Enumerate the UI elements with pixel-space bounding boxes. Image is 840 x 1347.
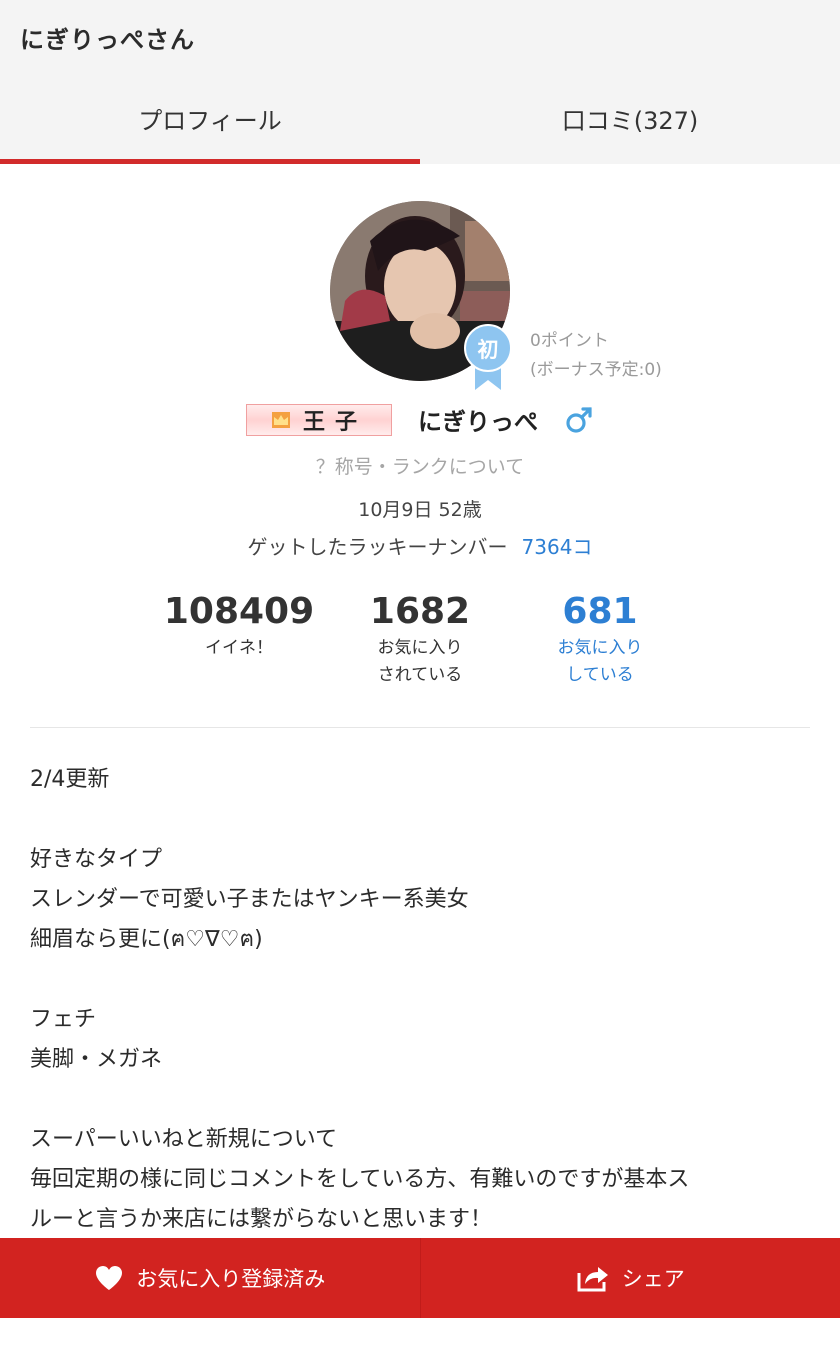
favorite-button[interactable]: お気に入り登録済み	[0, 1238, 420, 1318]
bio-line: スーパーいいねと新規について	[30, 1127, 338, 1152]
page-title: にぎりっぺさん	[20, 26, 195, 54]
stat-favorited-by-label-2: されている	[377, 665, 463, 685]
stat-favoriting-label: お気に入り	[557, 638, 643, 658]
tab-reviews[interactable]: 口コミ(327)	[420, 78, 840, 164]
badge-label: 初	[477, 338, 499, 362]
rank-info-link[interactable]: ？称号・ランクについて	[0, 452, 840, 479]
stat-favorited-by: 1682 お気に入り されている	[325, 589, 515, 689]
bio-line: フェチ	[30, 1007, 97, 1032]
stat-likes-value: 108409	[163, 591, 315, 632]
profile-section: 初 0ポイント (ボーナス予定:0) 王子 にぎりっぺ ？称号・ランクについて …	[0, 164, 840, 729]
points-info: 0ポイント (ボーナス予定:0)	[530, 327, 662, 385]
share-icon	[577, 1267, 608, 1292]
lucky-number-row: ゲットしたラッキーナンバー 7364コ	[0, 531, 840, 560]
lucky-number-label: ゲットしたラッキーナンバー	[247, 535, 508, 559]
crown-icon	[271, 411, 290, 428]
points-value: 0ポイント	[530, 331, 609, 351]
divider	[30, 727, 810, 728]
stat-likes: 108409 イイネ！	[144, 589, 334, 662]
stat-likes-label: イイネ！	[205, 638, 273, 658]
bonus-value: (ボーナス予定:0)	[530, 360, 662, 380]
share-button-label: シェア	[621, 1267, 685, 1291]
username: にぎりっぺ	[418, 408, 538, 436]
bottom-action-bar: お気に入り登録済み シェア	[0, 1238, 840, 1318]
birthday-age: 10月9日 52歳	[358, 499, 482, 521]
app-header: にぎりっぺさん	[0, 0, 840, 78]
stat-favoriting-label-2: している	[566, 665, 634, 685]
bio-line: 細眉なら更に(ฅ♡∇♡ฅ)	[30, 927, 263, 952]
rank-title: 王子	[302, 409, 367, 435]
bio-line: 毎回定期の様に同じコメントをしている方、有難いのですが基本ス	[30, 1167, 690, 1192]
bio-line: 2/4更新	[30, 767, 110, 792]
bio-line	[30, 960, 810, 1000]
profile-bio: 2/4更新 好きなタイプ スレンダーで可愛い子またはヤンキー系美女 細眉なら更に…	[30, 760, 810, 1240]
bio-line	[30, 800, 810, 840]
bottom-strip	[0, 1318, 840, 1347]
stat-favorited-by-value: 1682	[369, 591, 471, 632]
male-icon	[566, 406, 592, 433]
lucky-number-count[interactable]: 7364コ	[522, 535, 593, 559]
name-row: 王子 にぎりっぺ	[0, 402, 840, 437]
tab-profile[interactable]: プロフィール	[0, 78, 420, 164]
favorite-button-label: お気に入り登録済み	[136, 1267, 326, 1291]
bio-line: 美脚・メガネ	[30, 1047, 163, 1072]
stat-favoriting-value: 681	[562, 591, 638, 632]
bio-line	[30, 1080, 810, 1120]
tab-bar: プロフィール 口コミ(327)	[0, 78, 840, 164]
heart-icon	[96, 1266, 123, 1290]
rank-title-plate: 王子	[246, 403, 392, 436]
bio-line: スレンダーで可愛い子またはヤンキー系美女	[30, 887, 469, 912]
share-button[interactable]: シェア	[419, 1238, 840, 1318]
stat-favorited-by-label: お気に入り	[377, 638, 463, 658]
stat-favoriting[interactable]: 681 お気に入り している	[505, 589, 695, 689]
bio-line: 好きなタイプ	[30, 847, 163, 872]
bio-line: ルーと言うか来店には繋がらないと思います！	[30, 1207, 493, 1232]
